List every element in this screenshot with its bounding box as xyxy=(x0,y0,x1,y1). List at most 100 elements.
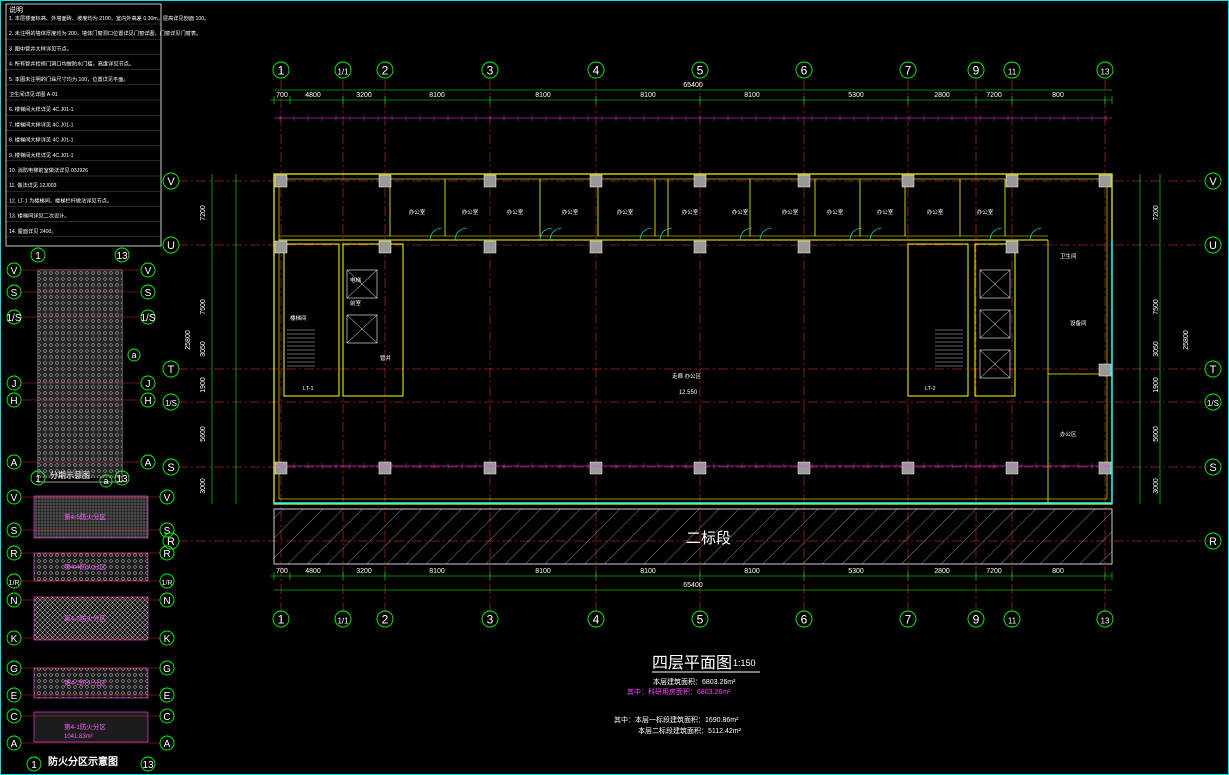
dimension-text: 3050 xyxy=(200,341,207,357)
dimension-text: 4800 xyxy=(305,92,321,99)
dimension-text: 8100 xyxy=(640,92,656,99)
structural-column xyxy=(589,174,603,188)
elevator-cross xyxy=(346,314,378,344)
room-label: 办公室 xyxy=(682,208,699,216)
room-label: 楼梯间 xyxy=(290,314,307,322)
kp-row-label: A xyxy=(11,458,18,469)
column-label: 1/1 xyxy=(337,68,349,77)
kp-row-label: V xyxy=(164,493,171,504)
kp-row-label: J xyxy=(12,379,17,390)
kp-col-label: 13 xyxy=(116,251,128,262)
door-swing xyxy=(429,227,443,241)
dimension-text: 1900 xyxy=(200,377,207,393)
dimension-text: 7200 xyxy=(1153,205,1160,221)
room-label: 办公区 xyxy=(1060,430,1077,438)
dimension-text: 7500 xyxy=(1153,299,1160,315)
dimension-text: 700 xyxy=(276,92,288,99)
dimension-text: 5600 xyxy=(200,426,207,442)
column-label: 5 xyxy=(697,613,704,627)
stair-core-right xyxy=(907,243,969,397)
room-label: 卫生间 xyxy=(1060,252,1077,260)
structural-column xyxy=(589,461,603,475)
column-label: 6 xyxy=(801,64,808,78)
section-label: 二标段 xyxy=(686,530,731,547)
dimension-text: 3050 xyxy=(1153,341,1160,357)
note-line: 11. 做法详见 12J003 xyxy=(9,181,57,189)
structural-column xyxy=(274,461,288,475)
structural-column xyxy=(378,240,392,254)
room-label: 办公室 xyxy=(617,208,634,216)
dimension-text: 800 xyxy=(1052,568,1064,575)
kp-col-label: 1 xyxy=(35,251,41,262)
room-label: 办公室 xyxy=(877,208,894,216)
kp-row-label: G xyxy=(10,664,18,675)
note-line: 5. 本图未注明的门垛尺寸均为 100，位置详见平面。 xyxy=(9,75,129,83)
plan-scale: 1:150 xyxy=(733,658,756,668)
dimension-text: 4800 xyxy=(305,568,321,575)
kp-row-label: H xyxy=(10,396,17,407)
dimension-text: 8100 xyxy=(640,568,656,575)
column-label: 3 xyxy=(487,64,494,78)
note-line: 13. 楼梯间详见二次设计。 xyxy=(9,212,70,220)
column-label: 5 xyxy=(697,64,704,78)
fire-zone-label: 第4-5防火分区 xyxy=(64,512,106,521)
column-label: 6 xyxy=(801,613,808,627)
door-swing xyxy=(989,227,1003,241)
room-label: 办公室 xyxy=(732,208,749,216)
column-label: 2 xyxy=(382,64,389,78)
kp-col-label: 13 xyxy=(116,474,128,485)
exterior-wall xyxy=(273,173,1113,505)
kp-row-label: S xyxy=(11,526,18,537)
door-swing xyxy=(659,227,673,241)
structural-column xyxy=(1005,240,1019,254)
column-label: 3 xyxy=(487,613,494,627)
room-label: 办公室 xyxy=(927,208,944,216)
kp-row-label: V xyxy=(11,266,18,277)
kp-col-label: 13 xyxy=(142,760,154,771)
room-label: 办公室 xyxy=(827,208,844,216)
column-label: 7 xyxy=(905,613,912,627)
dimension-text: 5300 xyxy=(848,92,864,99)
fire-zone-label: 第4-1防火分区 xyxy=(64,722,106,731)
kp-marker-label: a xyxy=(103,476,108,486)
area-line-2: 其中：科研用房面积：6803.26m² xyxy=(627,687,731,696)
room-label: 电梯 xyxy=(350,276,362,284)
kp-row-label: N xyxy=(163,596,170,607)
column-label: 9 xyxy=(973,64,980,78)
dimension-text: 700 xyxy=(276,568,288,575)
door-swing xyxy=(639,227,653,241)
structural-column xyxy=(274,174,288,188)
floor-plan-drawing: 说明 1. 本层楼面标高、外墙面砖、坡度均为 2100，室内外高差 0.30m，… xyxy=(5,3,1222,772)
kp-row-label: A xyxy=(164,739,171,750)
column-label: 13 xyxy=(1101,617,1110,626)
row-label: T xyxy=(168,364,175,376)
structural-column xyxy=(901,174,915,188)
dimension-text: 7200 xyxy=(200,205,207,221)
row-label: U xyxy=(167,240,175,252)
room-label: 办公室 xyxy=(462,208,479,216)
dimension-text: 5300 xyxy=(848,568,864,575)
dimension-text: 8100 xyxy=(429,568,445,575)
note-line: 4. 所有管井检修门洞口均做防水门槛，高度详见节点。 xyxy=(9,60,134,68)
door-swing xyxy=(759,227,773,241)
note-line: 7. 楼梯间大样详见 4C.J01-1 xyxy=(9,120,74,128)
kp-row-label: A xyxy=(145,458,152,469)
kp-row-label: C xyxy=(163,712,170,723)
row-label: U xyxy=(1209,240,1217,252)
elevator-cross xyxy=(346,269,378,299)
note-line: 12. LT-1 为楼梯间，楼梯栏杆做法详见节点。 xyxy=(9,196,112,204)
row-label: 1/S xyxy=(1207,399,1219,408)
fire-zone-title: 防火分区示意图 xyxy=(48,755,118,768)
dimension-text: 5600 xyxy=(1153,426,1160,442)
room-label: 办公室 xyxy=(977,208,994,216)
structural-column xyxy=(797,174,811,188)
total-dimension: 25800 xyxy=(185,330,192,350)
door-swing xyxy=(549,227,563,241)
room-label: LT-1 xyxy=(303,386,314,392)
notes-panel: 说明 1. 本层楼面标高、外墙面砖、坡度均为 2100，室内外高差 0.30m，… xyxy=(5,3,209,247)
kp-row-label: 1/R xyxy=(162,580,173,587)
structural-column xyxy=(1098,363,1112,377)
kp-row-label: K xyxy=(164,634,171,645)
note-line: 10. 消防电梯前室做法详见 03J926 xyxy=(9,166,88,174)
structural-column xyxy=(1005,174,1019,188)
